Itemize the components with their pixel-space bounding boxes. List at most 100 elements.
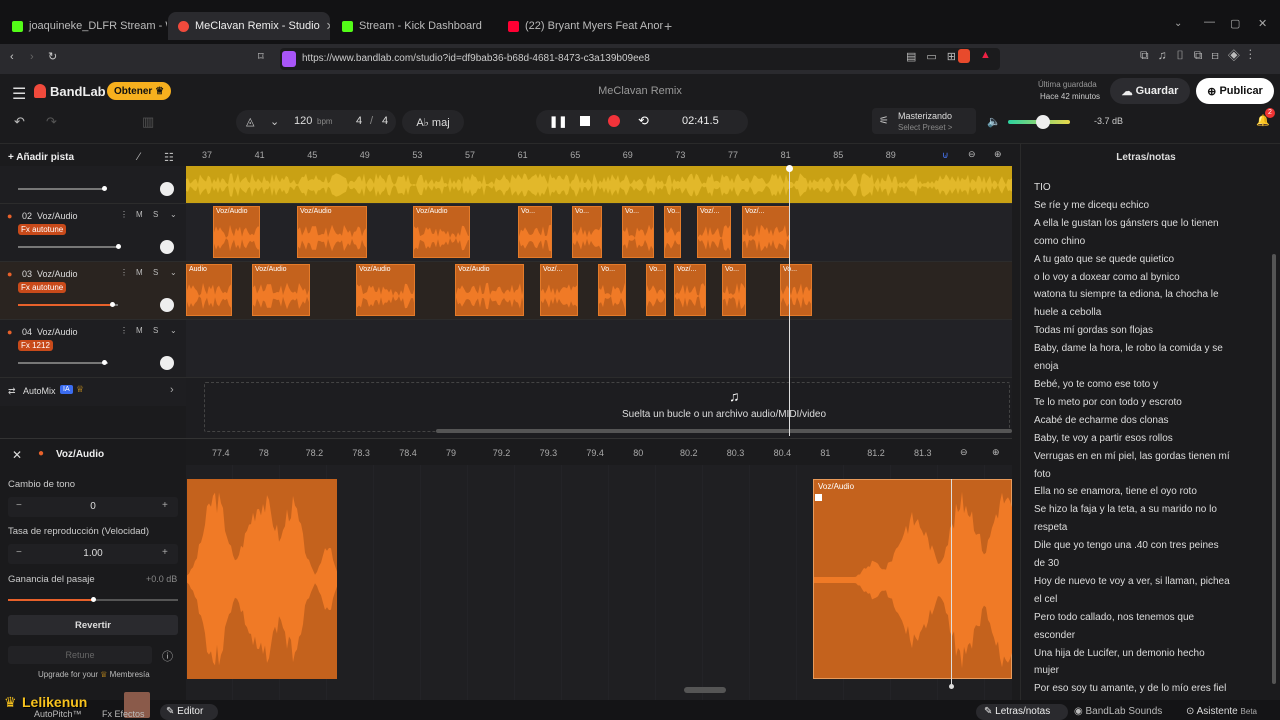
pitch-stepper[interactable]: − 0 + (8, 497, 178, 517)
zoom-in-icon[interactable]: ⊕ (992, 447, 1000, 458)
plus-icon[interactable]: + (162, 500, 168, 511)
audio-clip[interactable]: Vo... (518, 206, 552, 258)
audio-clip[interactable]: Audio (186, 264, 232, 316)
audio-clip[interactable]: Voz/... (540, 264, 578, 316)
key-button[interactable]: A♭ maj (402, 110, 464, 134)
zoom-out-icon[interactable]: ⊖ (968, 149, 976, 160)
editor-ruler[interactable]: 77.4 78 78.2 78.3 78.4 79 79.2 79.3 79.4 80 80.2 80… (186, 439, 1012, 465)
audio-clip[interactable]: Voz/... (742, 206, 790, 258)
grid-icon[interactable]: ▥ (142, 114, 154, 130)
back-icon[interactable]: ‹ (10, 51, 14, 63)
stop-icon[interactable] (580, 116, 590, 126)
timesig-den[interactable]: 4 (382, 115, 388, 127)
minimize-icon[interactable]: — (1204, 16, 1215, 28)
browser-tab-bandlab[interactable]: MeClavan Remix - Studio ✕ (168, 12, 330, 40)
playhead-handle[interactable] (786, 165, 793, 172)
mastering-button[interactable]: ⚟ Masterizando Select Preset > (872, 108, 976, 134)
zoom-out-icon[interactable]: ⊖ (960, 447, 968, 458)
bookmark-icon[interactable]: ⌑ (258, 50, 264, 63)
drop-zone[interactable]: ♫ Suelta un bucle o un archivo audio/MID… (186, 378, 1012, 438)
site-security-icon[interactable] (282, 51, 296, 67)
close-tab-icon[interactable]: ✕ (326, 20, 330, 33)
loop-icon[interactable]: ⟲ (638, 113, 649, 129)
pause-icon[interactable]: ❚❚ (549, 115, 567, 128)
gain-knob[interactable] (91, 597, 96, 602)
tempo-value[interactable]: 120 (294, 115, 312, 127)
timesig-num[interactable]: 4 (356, 115, 362, 127)
zoom-in-icon[interactable]: ⊕ (994, 149, 1002, 160)
audio-clip[interactable]: Voz/Audio (356, 264, 415, 316)
pan-knob[interactable] (160, 182, 174, 196)
more-icon[interactable]: ⋮ (120, 326, 128, 335)
track-header-01[interactable] (0, 166, 186, 204)
gain-slider[interactable] (8, 597, 178, 602)
chevron-down-icon[interactable]: ⌄ (270, 115, 279, 128)
filter-icon[interactable]: ☷ (164, 151, 174, 164)
playhead[interactable] (789, 166, 790, 436)
track-lane-03[interactable]: Audio Voz/Audio Voz/Audio Voz/Audio Voz/... V… (186, 262, 1012, 320)
audio-clip[interactable]: Vo... (598, 264, 626, 316)
metronome-icon[interactable]: ◬ (246, 115, 254, 128)
solo-button[interactable]: S (153, 210, 158, 219)
track-lane-04[interactable] (186, 320, 1012, 378)
brave-shield-icon[interactable] (958, 49, 970, 63)
new-tab-icon[interactable]: + (664, 18, 672, 34)
url-field[interactable]: https://www.bandlab.com/studio?id=df9bab… (280, 48, 1000, 70)
master-volume-slider[interactable] (1008, 115, 1070, 129)
url-actions-icon[interactable]: ▤▭⊞ (906, 50, 966, 63)
forward-icon[interactable]: › (30, 51, 34, 63)
editor-playhead[interactable] (951, 479, 952, 685)
wand-icon[interactable]: ⁄ (138, 151, 140, 163)
plus-icon[interactable]: + (162, 547, 168, 558)
extensions-icon[interactable]: ⧉♫▯⧉⊟◈⋮ (1140, 48, 1261, 63)
obtain-button[interactable]: Obtener ♕ (107, 82, 171, 100)
track-header-02[interactable]: ● 02 Voz/Audio Fx autotune ⋮ M S ⌄ (0, 204, 186, 262)
editor-clip-right[interactable]: Voz/Audio (813, 479, 1012, 679)
chevron-down-icon[interactable]: ⌄ (170, 326, 177, 335)
sounds-tab[interactable]: ◉ BandLab Sounds (1074, 706, 1162, 717)
timeline-ruler[interactable]: 37 41 45 49 53 57 61 65 69 73 77 81 85 89 ⊍ ⊖ ⊕ (186, 144, 1012, 166)
volume-slider[interactable] (18, 360, 108, 365)
track-lane-01[interactable] (186, 166, 1012, 204)
audio-clip[interactable]: Voz/... (697, 206, 731, 258)
publish-button[interactable]: ⊕ Publicar (1196, 78, 1274, 104)
editor-scrollbar[interactable] (684, 687, 726, 693)
audio-clip[interactable]: Vo... (622, 206, 654, 258)
rewards-icon[interactable]: ▲ (980, 49, 991, 61)
audio-clip[interactable]: Voz/Audio (213, 206, 260, 258)
more-icon[interactable]: ⋮ (120, 210, 128, 219)
pan-knob[interactable] (160, 298, 174, 312)
track-lane-02[interactable]: Voz/Audio Voz/Audio Voz/Audio Vo... Vo... Vo.… (186, 204, 1012, 262)
assistant-tab[interactable]: ⊙ Asistente Beta (1186, 706, 1257, 717)
volume-slider[interactable] (18, 244, 121, 249)
automix-row[interactable]: ⇄ AutoMix IA ♕ › (0, 378, 186, 406)
audio-clip[interactable]: Vo... (646, 264, 666, 316)
save-button[interactable]: ☁ Guardar (1110, 78, 1190, 104)
audio-clip[interactable]: Voz/Audio (455, 264, 524, 316)
pan-knob[interactable] (160, 240, 174, 254)
magnet-icon[interactable]: ⊍ (942, 150, 949, 161)
audio-clip[interactable]: Voz/Audio (252, 264, 310, 316)
solo-button[interactable]: S (153, 268, 158, 277)
add-track-button[interactable]: + Añadir pista (8, 152, 74, 163)
more-icon[interactable]: ⋮ (120, 268, 128, 277)
menu-icon[interactable]: ☰ (12, 84, 26, 104)
audio-clip[interactable]: Voz/Audio (413, 206, 470, 258)
audio-clip[interactable]: Vo... (664, 206, 681, 258)
track-name[interactable]: 03 Voz/Audio (22, 269, 78, 279)
audio-clip[interactable]: Vo... (780, 264, 812, 316)
track-header-04[interactable]: ● 04 Voz/Audio Fx 1212 ⋮ M S ⌄ (0, 320, 186, 378)
close-window-icon[interactable]: ✕ (1258, 17, 1267, 30)
maximize-icon[interactable]: ▢ (1230, 17, 1240, 30)
editor-tab[interactable]: ✎ Editor (160, 704, 218, 720)
revert-button[interactable]: Revertir (8, 615, 178, 635)
record-icon[interactable] (608, 115, 620, 127)
upgrade-text[interactable]: Upgrade for your ♕ Membresía (38, 670, 150, 679)
lyrics-scrollbar[interactable] (1272, 254, 1276, 684)
volume-slider[interactable] (18, 302, 118, 307)
fx-badge[interactable]: Fx 1212 (18, 340, 53, 351)
mute-button[interactable]: M (136, 326, 143, 335)
redo-icon[interactable]: ↷ (46, 114, 57, 130)
playhead-handle[interactable] (949, 684, 954, 689)
horizontal-scrollbar[interactable] (436, 429, 1012, 433)
